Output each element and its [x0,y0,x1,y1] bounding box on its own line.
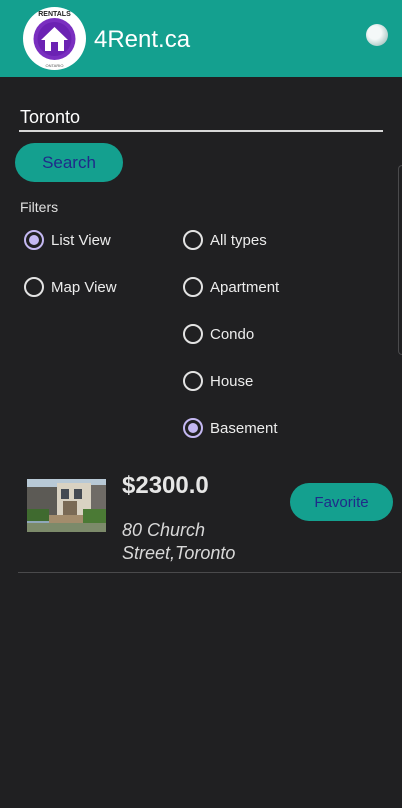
radio-unselected-icon [183,324,203,344]
radio-map-view[interactable]: Map View [24,276,117,298]
radio-label: All types [210,231,267,249]
radio-unselected-icon [183,230,203,250]
app-bar: RENTALS ONTARIO 4Rent.ca [0,0,402,77]
search-input[interactable] [19,105,383,132]
listing-photo [27,479,106,532]
radio-all-types[interactable]: All types [183,229,267,251]
app-title: 4Rent.ca [94,26,191,53]
listing-price: $2300.0 [122,472,209,499]
radio-label: House [210,372,254,390]
radio-selected-icon [24,230,44,250]
radio-list-view[interactable]: List View [24,229,111,251]
radio-apartment[interactable]: Apartment [183,276,279,298]
radio-unselected-icon [183,277,203,297]
radio-label: Apartment [210,278,280,296]
radio-unselected-icon [24,277,44,297]
listing-address: 80 Church Street,Toronto [122,520,236,563]
radio-label: Condo [210,325,255,343]
radio-label: Basement [210,419,278,437]
radio-unselected-icon [183,371,203,391]
list-item[interactable]: $2300.0 80 Church Street,Toronto Favorit… [18,460,401,573]
filters-label: Filters [20,199,59,215]
radio-label: Map View [51,278,117,296]
svg-text:RENTALS: RENTALS [38,11,71,18]
radio-house[interactable]: House [183,370,253,392]
radio-condo[interactable]: Condo [183,323,254,345]
radio-basement[interactable]: Basement [183,417,278,439]
favorite-button[interactable]: Favorite [290,483,393,521]
edge-panel-handle[interactable] [398,165,402,355]
radio-selected-icon [183,418,203,438]
search-button[interactable]: Search [15,143,123,182]
radio-label: List View [51,231,111,249]
assistive-touch-icon[interactable] [366,24,388,46]
svg-text:ONTARIO: ONTARIO [46,63,64,68]
app-logo: RENTALS ONTARIO [23,7,86,70]
